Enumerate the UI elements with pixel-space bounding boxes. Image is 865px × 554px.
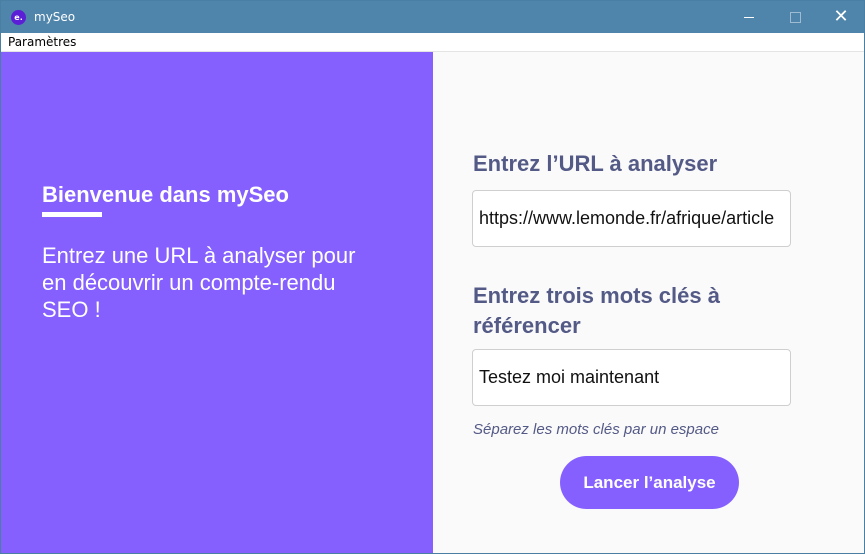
minimize-button[interactable] [726,1,772,33]
form-panel: Entrez l’URL à analyser Entrez trois mot… [433,52,864,553]
close-icon: ✕ [833,6,849,27]
keywords-label: Entrez trois mots clés à référencer [473,283,720,338]
analyze-button[interactable]: Lancer l’analyse [560,456,739,509]
welcome-text: Entrez une URL à analyser pour en découv… [42,243,356,322]
keywords-input[interactable] [472,349,791,406]
title-bar[interactable]: e. mySeo ✕ [1,1,864,33]
main-content: Bienvenue dans mySeo Entrez une URL à an… [1,52,864,553]
menu-item-parametres[interactable]: Paramètres [8,35,76,49]
welcome-panel: Bienvenue dans mySeo Entrez une URL à an… [1,52,433,553]
close-button[interactable]: ✕ [818,1,864,33]
welcome-underline [42,212,102,217]
app-logo-icon: e. [11,9,26,25]
window-title: mySeo [34,10,76,24]
maximize-icon [789,11,801,23]
url-input[interactable] [472,190,791,247]
menu-bar: Paramètres [1,33,864,52]
app-window: e. mySeo ✕ Paramètres Bienvenue dans myS… [0,0,865,554]
keywords-hint: Séparez les mots clés par un espace [473,421,719,438]
maximize-button[interactable] [772,1,818,33]
welcome-title: Bienvenue dans mySeo [42,182,289,207]
url-label: Entrez l’URL à analyser [473,151,718,176]
window-controls: ✕ [726,1,864,33]
minimize-icon [744,16,754,18]
